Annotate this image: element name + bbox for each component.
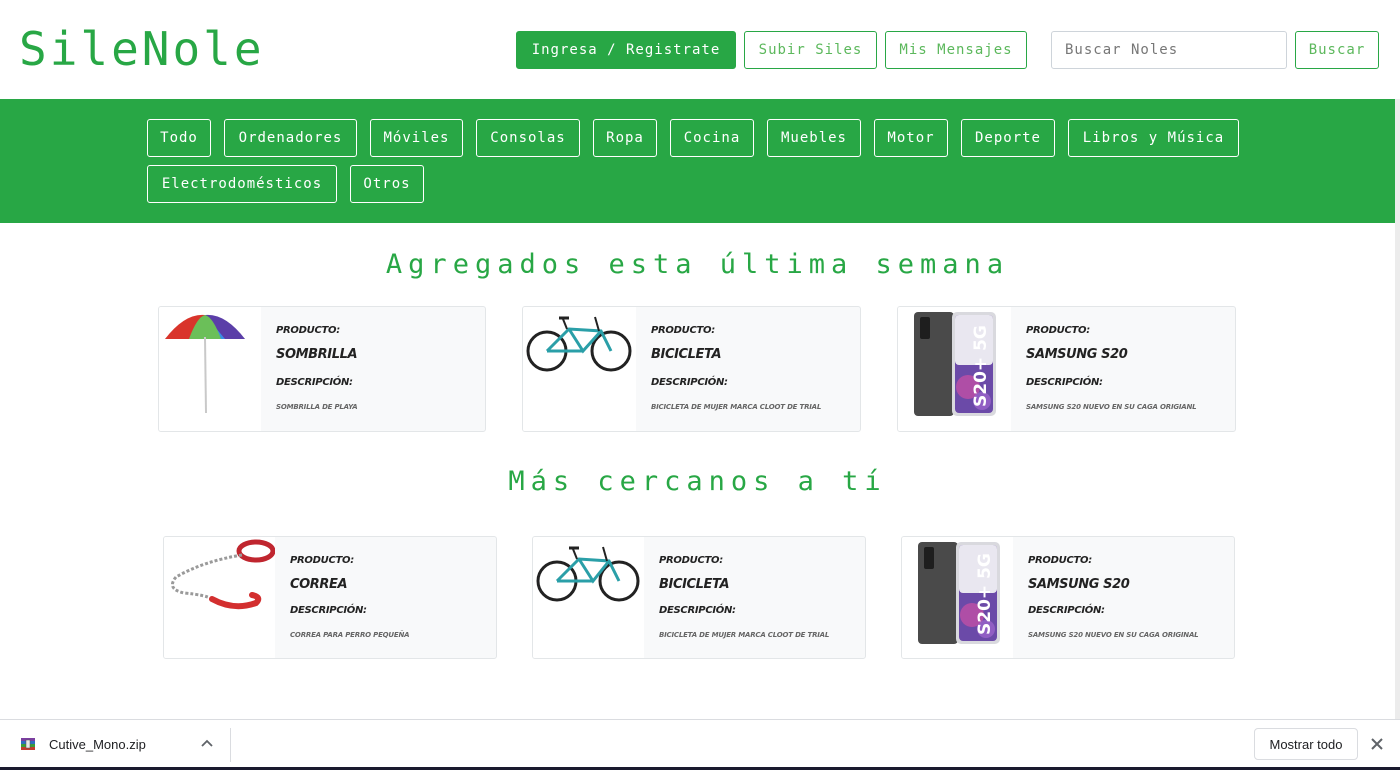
category-ropa[interactable]: Ropa bbox=[593, 119, 657, 157]
category-bar: Todo Ordenadores Móviles Consolas Ropa C… bbox=[0, 99, 1395, 223]
product-description: SAMSUNG S20 NUEVO EN SU CAGA ORIGIANL bbox=[1026, 403, 1197, 411]
product-description: BICICLETA DE MUJER MARCA CLOOT DE TRIAL bbox=[659, 631, 830, 639]
phone-icon: S20+ 5G bbox=[898, 307, 1011, 431]
category-todo[interactable]: Todo bbox=[147, 119, 211, 157]
product-label: PRODUCTO: bbox=[651, 325, 715, 336]
phone-screen-text: S20+ 5G bbox=[971, 325, 991, 407]
description-label: DESCRIPCIÓN: bbox=[276, 377, 353, 388]
card-text: PRODUCTO: SAMSUNG S20 DESCRIPCIÓN: SAMSU… bbox=[1011, 307, 1235, 431]
product-label: PRODUCTO: bbox=[276, 325, 340, 336]
dog-leash-icon bbox=[164, 537, 276, 658]
category-libros-musica[interactable]: Libros y Música bbox=[1068, 119, 1239, 157]
show-all-downloads-button[interactable]: Mostrar todo bbox=[1254, 728, 1358, 760]
product-label: PRODUCTO: bbox=[290, 555, 354, 566]
phone-screen-text: S20+ 5G bbox=[975, 553, 995, 635]
category-cocina[interactable]: Cocina bbox=[670, 119, 754, 157]
card-text: PRODUCTO: CORREA DESCRIPCIÓN: CORREA PAR… bbox=[275, 537, 496, 658]
card-text: PRODUCTO: SOMBRILLA DESCRIPCIÓN: SOMBRIL… bbox=[261, 307, 485, 431]
product-label: PRODUCTO: bbox=[1026, 325, 1090, 336]
bicycle-icon bbox=[523, 307, 636, 431]
umbrella-icon bbox=[159, 307, 261, 431]
product-name: BICICLETA bbox=[651, 347, 722, 362]
product-name: CORREA bbox=[290, 577, 348, 592]
download-bar: Cutive_Mono.zip Mostrar todo bbox=[0, 719, 1400, 770]
description-label: DESCRIPCIÓN: bbox=[290, 605, 367, 616]
category-moviles[interactable]: Móviles bbox=[370, 119, 463, 157]
product-description: SAMSUNG S20 NUEVO EN SU CAGA ORIGINAL bbox=[1028, 631, 1199, 639]
description-label: DESCRIPCIÓN: bbox=[659, 605, 736, 616]
site-logo[interactable]: SileNole bbox=[19, 18, 265, 80]
category-otros[interactable]: Otros bbox=[350, 165, 424, 203]
product-description: SOMBRILLA DE PLAYA bbox=[276, 403, 358, 411]
product-card[interactable]: S20+ 5G PRODUCTO: SAMSUNG S20 DESCRIPCIÓ… bbox=[901, 536, 1235, 659]
category-motor[interactable]: Motor bbox=[874, 119, 948, 157]
upload-siles-button[interactable]: Subir Siles bbox=[744, 31, 877, 69]
product-card[interactable]: PRODUCTO: BICICLETA DESCRIPCIÓN: BICICLE… bbox=[532, 536, 866, 659]
product-name: SAMSUNG S20 bbox=[1028, 577, 1130, 592]
separator bbox=[230, 728, 231, 762]
product-card[interactable]: PRODUCTO: CORREA DESCRIPCIÓN: CORREA PAR… bbox=[163, 536, 497, 659]
my-messages-button[interactable]: Mis Mensajes bbox=[885, 31, 1027, 69]
description-label: DESCRIPCIÓN: bbox=[651, 377, 728, 388]
product-description: CORREA PARA PERRO PEQUEÑA bbox=[290, 631, 410, 639]
product-label: PRODUCTO: bbox=[659, 555, 723, 566]
card-text: PRODUCTO: SAMSUNG S20 DESCRIPCIÓN: SAMSU… bbox=[1013, 537, 1234, 658]
bicycle-icon bbox=[533, 537, 644, 658]
product-name: SAMSUNG S20 bbox=[1026, 347, 1128, 362]
download-file-name[interactable]: Cutive_Mono.zip bbox=[49, 737, 146, 752]
top-navbar: SileNole Ingresa / Registrate Subir Sile… bbox=[0, 0, 1400, 99]
phone-icon: S20+ 5G bbox=[902, 537, 1013, 658]
category-ordenadores[interactable]: Ordenadores bbox=[224, 119, 357, 157]
zip-file-icon bbox=[20, 736, 36, 752]
section-title-nearby: Más cercanos a tí bbox=[508, 466, 887, 497]
category-deporte[interactable]: Deporte bbox=[961, 119, 1055, 157]
search-button[interactable]: Buscar bbox=[1295, 31, 1379, 69]
card-text: PRODUCTO: BICICLETA DESCRIPCIÓN: BICICLE… bbox=[636, 307, 860, 431]
section-title-recent: Agregados esta última semana bbox=[385, 249, 1010, 280]
login-register-button[interactable]: Ingresa / Registrate bbox=[516, 31, 736, 69]
description-label: DESCRIPCIÓN: bbox=[1026, 377, 1103, 388]
search-input[interactable] bbox=[1051, 31, 1287, 69]
product-card[interactable]: PRODUCTO: SOMBRILLA DESCRIPCIÓN: SOMBRIL… bbox=[158, 306, 486, 432]
category-muebles[interactable]: Muebles bbox=[767, 119, 861, 157]
chevron-up-icon[interactable] bbox=[199, 736, 215, 752]
product-description: BICICLETA DE MUJER MARCA CLOOT DE TRIAL bbox=[651, 403, 822, 411]
close-icon[interactable] bbox=[1369, 736, 1385, 752]
category-electrodomesticos[interactable]: Electrodomésticos bbox=[147, 165, 337, 203]
product-name: BICICLETA bbox=[659, 577, 730, 592]
card-text: PRODUCTO: BICICLETA DESCRIPCIÓN: BICICLE… bbox=[644, 537, 865, 658]
category-consolas[interactable]: Consolas bbox=[476, 119, 580, 157]
product-name: SOMBRILLA bbox=[276, 347, 358, 362]
product-card[interactable]: S20+ 5G PRODUCTO: SAMSUNG S20 DESCRIPCIÓ… bbox=[897, 306, 1236, 432]
description-label: DESCRIPCIÓN: bbox=[1028, 605, 1105, 616]
product-label: PRODUCTO: bbox=[1028, 555, 1092, 566]
scrollbar-track[interactable] bbox=[1395, 99, 1400, 719]
product-card[interactable]: PRODUCTO: BICICLETA DESCRIPCIÓN: BICICLE… bbox=[522, 306, 861, 432]
